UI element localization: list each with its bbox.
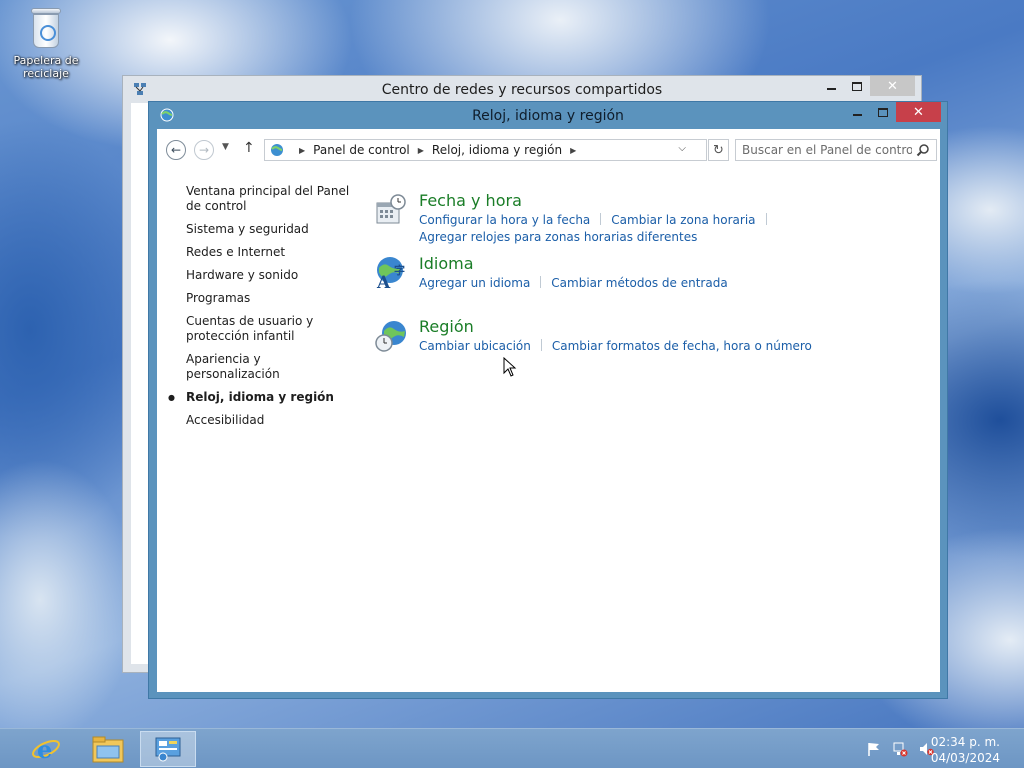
back-button[interactable]: ← [166, 140, 186, 160]
sidebar-item-user-accounts[interactable]: Cuentas de usuario y protección infantil [186, 314, 356, 344]
search-box[interactable] [735, 139, 937, 161]
svg-text:A: A [376, 273, 391, 290]
recycle-bin-icon [29, 6, 63, 50]
maximize-button[interactable] [870, 102, 896, 122]
maximize-button[interactable] [844, 76, 870, 96]
chevron-right-icon[interactable]: ▶ [570, 146, 576, 155]
taskbar-file-explorer[interactable] [80, 731, 136, 767]
mouse-cursor-icon [503, 357, 517, 377]
taskbar: e 02:34 p. m. 04/03/2024 [0, 728, 1024, 768]
sidebar-item-system-security[interactable]: Sistema y seguridad [186, 222, 356, 237]
chevron-down-icon: ▼ [222, 142, 229, 152]
arrow-up-icon: ↑ [243, 140, 255, 156]
close-icon: ✕ [913, 104, 924, 120]
sidebar-item-home[interactable]: Ventana principal del Panel de control [186, 184, 356, 214]
link-set-time-date[interactable]: Configurar la hora y la fecha [419, 213, 590, 227]
clock-language-region-window[interactable]: Reloj, idioma y región ✕ ← → ▼ ↑ ▶ Panel… [148, 101, 948, 699]
taskbar-internet-explorer[interactable]: e [18, 731, 74, 767]
link-change-time-zone[interactable]: Cambiar la zona horaria [611, 213, 755, 227]
title-bar[interactable]: Reloj, idioma y región ✕ [149, 102, 947, 129]
minimize-button[interactable] [818, 76, 844, 96]
category-title-region[interactable]: Región [419, 317, 474, 336]
maximize-icon [852, 81, 862, 91]
calendar-clock-icon [376, 194, 406, 224]
taskbar-clock[interactable]: 02:34 p. m. 04/03/2024 [931, 734, 1000, 766]
link-add-clocks[interactable]: Agregar relojes para zonas horarias dife… [419, 230, 697, 244]
link-change-input-methods[interactable]: Cambiar métodos de entrada [551, 276, 727, 290]
address-bar[interactable]: ▶ Panel de control ▶ Reloj, idioma y reg… [264, 139, 707, 161]
title-bar[interactable]: Centro de redes y recursos compartidos ✕ [123, 76, 921, 103]
category-date-time: Fecha y hora Configurar la hora y la fec… [374, 191, 934, 254]
taskbar-control-panel[interactable] [140, 731, 196, 767]
forward-button[interactable]: → [194, 140, 214, 160]
link-change-location[interactable]: Cambiar ubicación [419, 339, 531, 353]
category-title-date-time[interactable]: Fecha y hora [419, 191, 522, 210]
minimize-button[interactable] [844, 102, 870, 122]
window-client-area: ← → ▼ ↑ ▶ Panel de control ▶ Reloj, idio… [157, 129, 940, 692]
sidebar-item-clock-language-region: Reloj, idioma y región [168, 390, 356, 405]
action-center-flag-icon[interactable] [866, 741, 882, 757]
chevron-right-icon[interactable]: ▶ [299, 146, 305, 155]
recent-locations-button[interactable]: ▼ [222, 142, 229, 152]
close-icon: ✕ [887, 78, 898, 94]
language-globe-icon: A 字 [376, 257, 405, 290]
svg-text:字: 字 [394, 263, 405, 277]
sidebar-item-ease-of-access[interactable]: Accesibilidad [186, 413, 356, 428]
up-button[interactable]: ↑ [243, 140, 255, 156]
close-button[interactable]: ✕ [870, 76, 915, 96]
link-add-language[interactable]: Agregar un idioma [419, 276, 530, 290]
clock-time: 02:34 p. m. [930, 735, 1000, 749]
link-change-formats[interactable]: Cambiar formatos de fecha, hora o número [552, 339, 812, 353]
refresh-icon: ↻ [713, 142, 724, 158]
sidebar-item-appearance[interactable]: Apariencia y personalización [186, 352, 356, 382]
search-input[interactable] [742, 143, 912, 157]
control-panel-icon [155, 737, 181, 762]
region-globe-icon [375, 321, 406, 352]
address-dropdown-icon[interactable]: ⌵ [678, 143, 686, 154]
clock-date: 04/03/2024 [930, 751, 1000, 765]
breadcrumb-control-panel[interactable]: Panel de control [313, 143, 410, 157]
breadcrumb-clock-language-region[interactable]: Reloj, idioma y región [432, 143, 562, 157]
arrow-left-icon: ← [170, 143, 182, 157]
control-panel-sidebar: Ventana principal del Panel de control S… [168, 184, 356, 436]
minimize-icon [852, 114, 862, 116]
svg-text:e: e [37, 735, 52, 764]
sidebar-item-hardware-sound[interactable]: Hardware y sonido [186, 268, 356, 283]
window-title: Reloj, idioma y región [472, 108, 624, 124]
internet-explorer-icon: e [32, 735, 60, 764]
file-explorer-icon [92, 736, 124, 763]
sidebar-item-programs[interactable]: Programas [186, 291, 356, 306]
category-title-language[interactable]: Idioma [419, 254, 474, 273]
category-list: Fecha y hora Configurar la hora y la fec… [374, 191, 934, 380]
window-title: Centro de redes y recursos compartidos [381, 82, 663, 98]
maximize-icon [878, 107, 888, 117]
system-tray [866, 741, 934, 757]
sidebar-item-network-internet[interactable]: Redes e Internet [186, 245, 356, 260]
breadcrumb: ▶ Panel de control ▶ Reloj, idioma y reg… [291, 143, 584, 157]
category-region: Región Cambiar ubicación Cambiar formatos… [374, 317, 934, 380]
search-icon [916, 144, 929, 157]
close-button[interactable]: ✕ [896, 102, 941, 122]
minimize-icon [826, 88, 836, 90]
category-language: A 字 Idioma Agregar un idioma Cambiar méto… [374, 254, 934, 317]
network-icon[interactable] [892, 741, 908, 757]
recycle-bin-label: Papelera de reciclaje [13, 54, 79, 80]
arrow-right-icon: → [198, 143, 210, 157]
refresh-button[interactable]: ↻ [708, 139, 729, 161]
control-panel-globe-icon [271, 144, 283, 156]
chevron-right-icon[interactable]: ▶ [418, 146, 424, 155]
recycle-bin-shortcut[interactable]: Papelera de reciclaje [10, 6, 82, 80]
navigation-bar: ← → ▼ ↑ ▶ Panel de control ▶ Reloj, idio… [157, 129, 940, 169]
